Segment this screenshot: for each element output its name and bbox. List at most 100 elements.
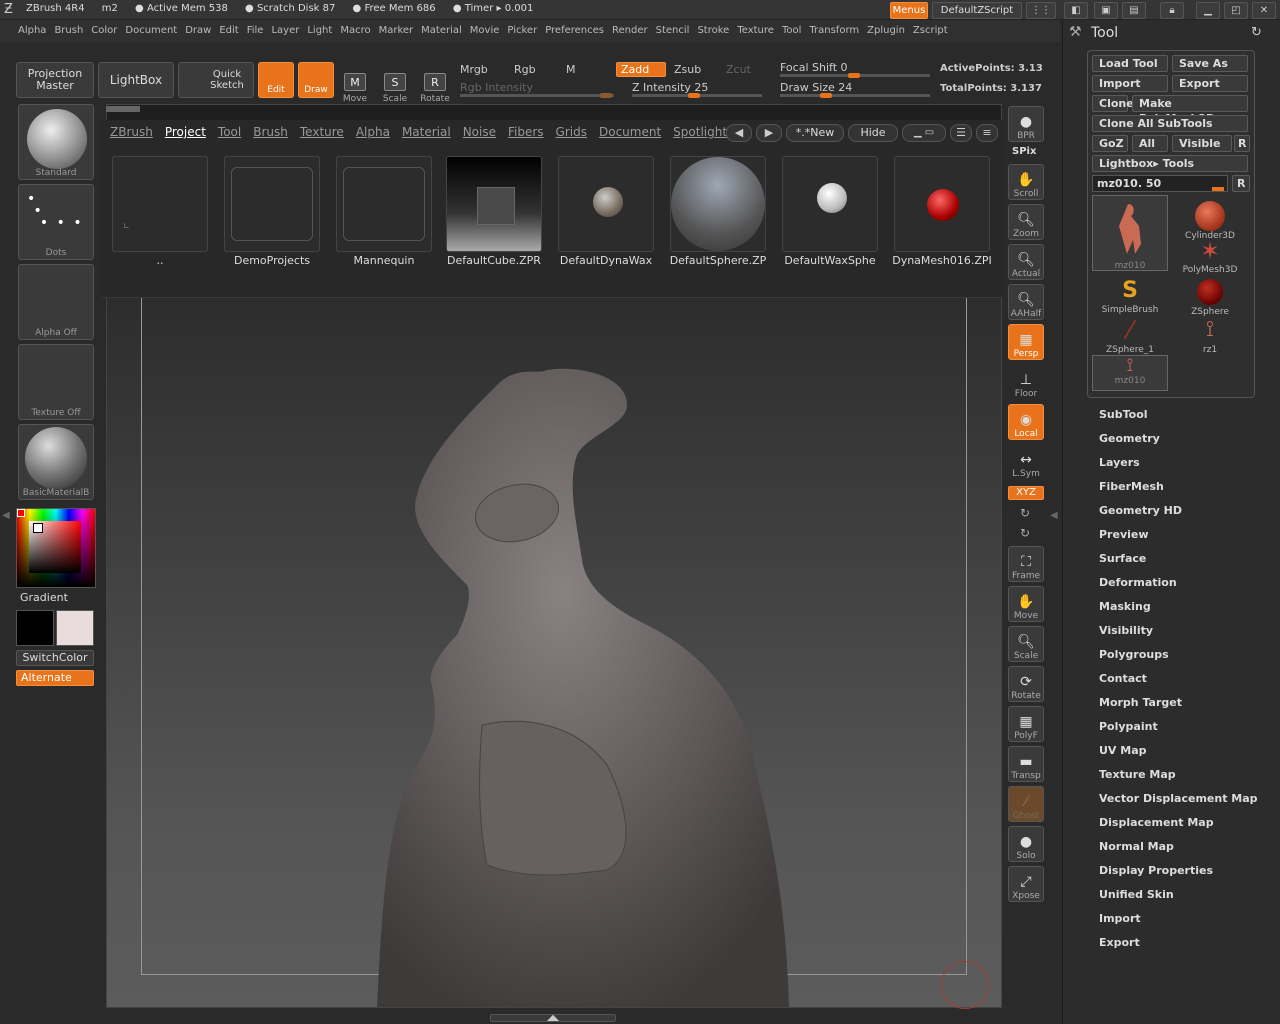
subpalette-import[interactable]: Import <box>1099 912 1141 925</box>
project-item-parent[interactable]: ⌞ <box>112 156 208 252</box>
material-selector[interactable]: BasicMaterialB <box>18 424 94 500</box>
polyf-button[interactable]: ▦ PolyF <box>1008 706 1044 742</box>
next-arrow-icon[interactable]: ▶ <box>756 124 782 142</box>
menu-macro[interactable]: Macro <box>340 20 370 42</box>
subpalette-morph-target[interactable]: Morph Target <box>1099 696 1182 709</box>
brush-selector[interactable]: Standard <box>18 104 94 180</box>
m-button[interactable]: M <box>566 63 576 76</box>
subpalette-layers[interactable]: Layers <box>1099 456 1140 469</box>
menu-tool[interactable]: Tool <box>782 20 801 42</box>
alpha-selector[interactable]: Alpha Off <box>18 264 94 340</box>
menu-picker[interactable]: Picker <box>507 20 537 42</box>
alternate-button[interactable]: Alternate <box>16 670 94 686</box>
tool-tile-mz010[interactable]: mz010 <box>1092 195 1168 271</box>
project-item-defaultwaxsphere[interactable] <box>782 156 878 252</box>
menu-document[interactable]: Document <box>125 20 177 42</box>
rgb-intensity-slider[interactable]: Rgb Intensity <box>460 81 533 94</box>
z-intensity-knob[interactable] <box>688 93 700 98</box>
actual-button[interactable]: 🔍︎ Actual <box>1008 244 1044 280</box>
save-as-button[interactable]: Save As <box>1172 55 1248 72</box>
menu-color[interactable]: Color <box>91 20 117 42</box>
tool-tile-mz010-2[interactable]: ⟟ mz010 <box>1092 355 1168 391</box>
tab-grids[interactable]: Grids <box>556 125 587 139</box>
subpalette-visibility[interactable]: Visibility <box>1099 624 1153 637</box>
menu-preferences[interactable]: Preferences <box>545 20 604 42</box>
bottom-tray-handle[interactable]: ◢◣ <box>490 1014 616 1022</box>
menu-zscript[interactable]: Zscript <box>913 20 948 42</box>
secondary-color-swatch[interactable] <box>56 610 94 646</box>
rotate-view-button[interactable]: ⟳ Rotate <box>1008 666 1044 702</box>
tab-material[interactable]: Material <box>402 125 451 139</box>
clone-button[interactable]: Clone <box>1092 95 1134 112</box>
zadd-button[interactable]: Zadd <box>616 62 666 77</box>
refresh-icon[interactable]: ↻ <box>1251 25 1262 40</box>
draw-size-slider[interactable]: Draw Size 24 <box>780 81 852 94</box>
project-item-defaultsphere[interactable] <box>670 156 766 252</box>
project-item-demoprojects[interactable] <box>224 156 320 252</box>
subpalette-contact[interactable]: Contact <box>1099 672 1147 685</box>
scroll-button[interactable]: ✋ Scroll <box>1008 164 1044 200</box>
draw-size-knob[interactable] <box>820 93 832 98</box>
lightbox-tools-button[interactable]: Lightbox▸ Tools <box>1092 155 1248 172</box>
zcut-button[interactable]: Zcut <box>726 63 751 76</box>
frame-button[interactable]: ⛶ Frame <box>1008 546 1044 582</box>
goz-all-button[interactable]: All <box>1132 135 1168 152</box>
tab-noise[interactable]: Noise <box>463 125 496 139</box>
transp-button[interactable]: ▬ Transp <box>1008 746 1044 782</box>
rotate-z-icon[interactable]: ↻ <box>1020 526 1030 540</box>
close-icon[interactable]: ✕ <box>1252 2 1276 19</box>
navigation-circle[interactable] <box>941 961 989 1009</box>
tab-alpha[interactable]: Alpha <box>356 125 390 139</box>
persp-button[interactable]: ▦ Persp <box>1008 324 1044 360</box>
tab-spotlight[interactable]: Spotlight <box>673 125 727 139</box>
sculpt-model[interactable] <box>107 295 1001 1007</box>
lsym-button[interactable]: ↔ L.Sym <box>1008 444 1044 480</box>
menu-material[interactable]: Material <box>421 20 462 42</box>
project-item-mannequin[interactable] <box>336 156 432 252</box>
subpalette-unified-skin[interactable]: Unified Skin <box>1099 888 1174 901</box>
scale-view-button[interactable]: 🔍︎ Scale <box>1008 626 1044 662</box>
menu-edit[interactable]: Edit <box>219 20 238 42</box>
menu-stencil[interactable]: Stencil <box>656 20 690 42</box>
tab-texture[interactable]: Texture <box>300 125 344 139</box>
subpalette-geometry[interactable]: Geometry <box>1099 432 1160 445</box>
subpalette-uv-map[interactable]: UV Map <box>1099 744 1147 757</box>
subpalette-polypaint[interactable]: Polypaint <box>1099 720 1158 733</box>
subpalette-polygroups[interactable]: Polygroups <box>1099 648 1169 661</box>
tab-project[interactable]: Project <box>165 125 206 139</box>
custom-ui-icon[interactable]: ▤ <box>1122 2 1146 19</box>
menu-render[interactable]: Render <box>612 20 648 42</box>
aahalf-button[interactable]: 🔍︎ AAHalf <box>1008 284 1044 320</box>
menu-light[interactable]: Light <box>307 20 332 42</box>
prev-arrow-icon[interactable]: ◀ <box>726 124 752 142</box>
subpalette-surface[interactable]: Surface <box>1099 552 1146 565</box>
ghost-button[interactable]: ⁄ Ghost <box>1008 786 1044 822</box>
subpalette-deformation[interactable]: Deformation <box>1099 576 1177 589</box>
stroke-selector[interactable]: • • • • • Dots <box>18 184 94 260</box>
tab-tool[interactable]: Tool <box>218 125 241 139</box>
menu-icon[interactable]: ≡ <box>976 124 998 142</box>
switch-color-button[interactable]: SwitchColor <box>16 650 94 666</box>
goz-r-button[interactable]: R <box>1234 135 1250 152</box>
current-tool-knob[interactable] <box>1212 187 1224 191</box>
rotate-button[interactable]: R Rotate <box>416 62 454 104</box>
subpalette-vector-displacement-map[interactable]: Vector Displacement Map <box>1099 792 1258 805</box>
focal-shift-knob[interactable] <box>848 73 860 78</box>
maximize-icon[interactable]: ◰ <box>1224 2 1248 19</box>
rotate-y-icon[interactable]: ↻ <box>1020 506 1030 520</box>
subpalette-normal-map[interactable]: Normal Map <box>1099 840 1174 853</box>
menu-texture[interactable]: Texture <box>737 20 774 42</box>
rgb-button[interactable]: Rgb <box>514 63 536 76</box>
subpalette-display-properties[interactable]: Display Properties <box>1099 864 1213 877</box>
zsub-button[interactable]: Zsub <box>674 63 701 76</box>
menu-brush[interactable]: Brush <box>54 20 83 42</box>
mrgb-button[interactable]: Mrgb <box>460 63 488 76</box>
list-view-icon[interactable]: ☰ <box>950 124 972 142</box>
project-item-defaultcube[interactable] <box>446 156 542 252</box>
goz-visible-button[interactable]: Visible <box>1172 135 1232 152</box>
xpose-button[interactable]: ⤢ Xpose <box>1008 866 1044 902</box>
project-item-defaultdynawax[interactable] <box>558 156 654 252</box>
solo-button[interactable]: ● Solo <box>1008 826 1044 862</box>
menu-zplugin[interactable]: Zplugin <box>867 20 905 42</box>
draw-button[interactable]: Draw <box>298 62 334 98</box>
